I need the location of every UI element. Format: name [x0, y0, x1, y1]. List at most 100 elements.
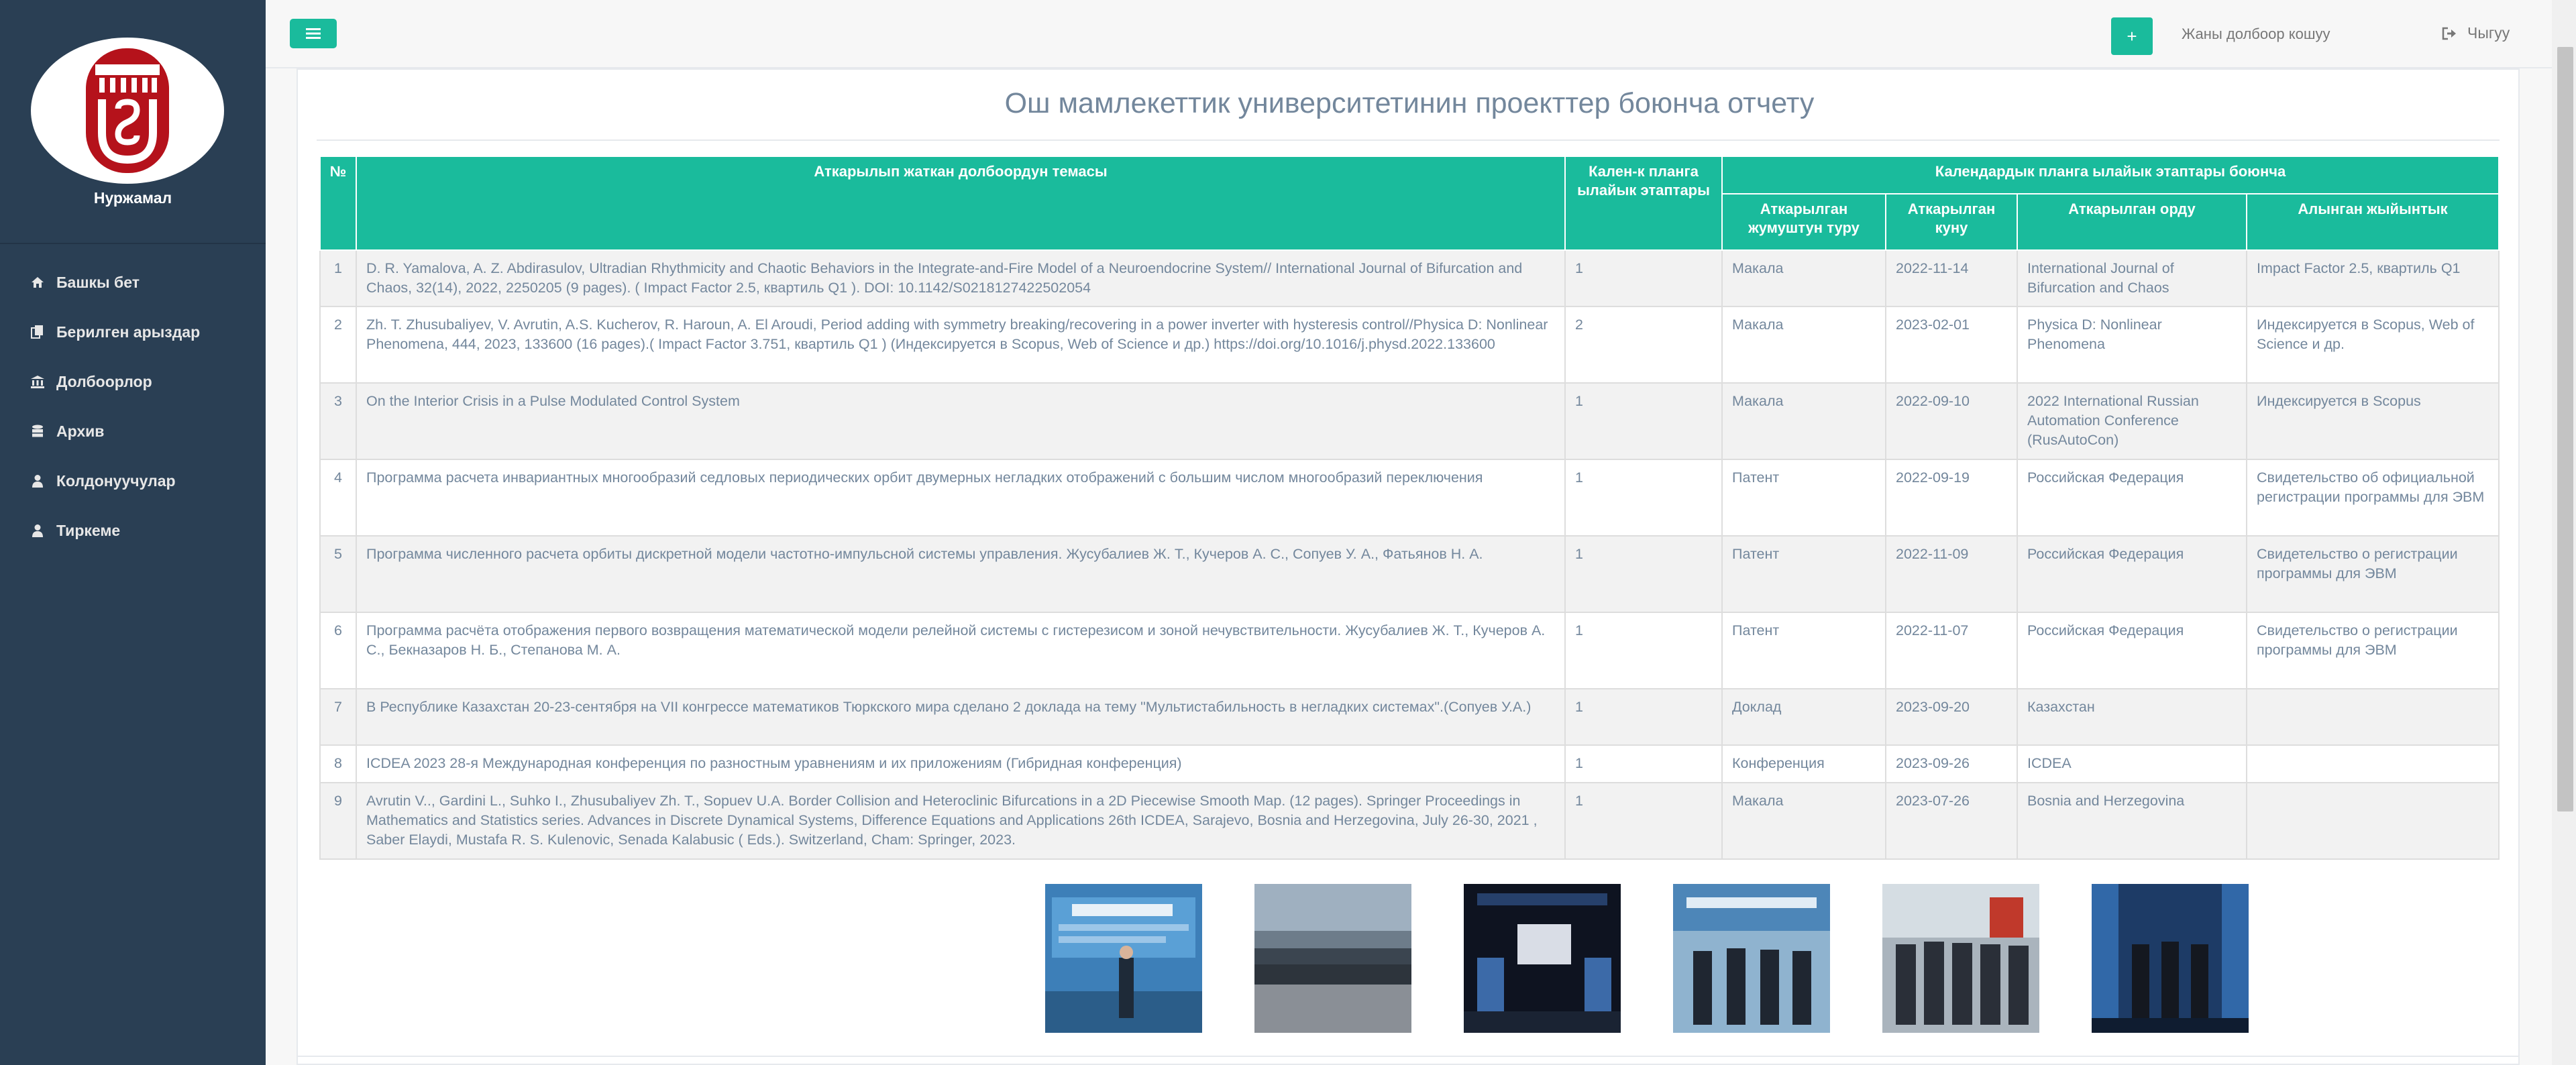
cell-result: Свидетельство об официальной регистрации… — [2245, 459, 2500, 537]
cell-place: Российская Федерация — [2017, 612, 2247, 689]
cell-result: Impact Factor 2.5, квартиль Q1 — [2245, 249, 2500, 307]
sidebar: Нуржамал Башкы бет Берилген арыздар Долб… — [0, 0, 266, 1065]
university-emblem-icon — [86, 48, 169, 173]
cell-num: 7 — [319, 688, 357, 746]
cell-date: 2022-09-10 — [1885, 382, 2018, 460]
cell-place: ICDEA — [2017, 744, 2247, 783]
table-row: 4 Программа расчета инвариантных многооб… — [319, 459, 2500, 537]
sidebar-item-label: Тиркеме — [56, 521, 121, 539]
profile-name: Нуржамал — [93, 189, 172, 207]
sidebar-item-projects[interactable]: Долбоорлор — [0, 357, 266, 406]
sidebar-item-users[interactable]: Колдонуучулар — [0, 456, 266, 506]
table-row: 1 D. R. Yamalova, A. Z. Abdirasulov, Ult… — [319, 249, 2500, 307]
sidebar-item-label: Башкы бет — [56, 273, 140, 291]
title-divider — [317, 139, 2500, 141]
cell-num: 9 — [319, 782, 357, 860]
header-stage: Кален-к планга ылайык этаптары — [1564, 156, 1723, 251]
sidebar-item-applications[interactable]: Берилген арыздар — [0, 307, 266, 357]
cell-num: 5 — [319, 535, 357, 613]
photo-gallery — [1045, 884, 2249, 1033]
cell-topic: Программа расчёта отображения первого во… — [356, 612, 1566, 689]
logout-label: Чыгуу — [2467, 24, 2510, 42]
cell-result: Свидетельство о регистрации программы дл… — [2245, 535, 2500, 613]
menu-toggle-button[interactable] — [290, 19, 337, 48]
cell-stage: 1 — [1564, 382, 1723, 460]
cell-work-type: Макала — [1721, 382, 1886, 460]
cell-work-type: Макала — [1721, 782, 1886, 860]
cell-place: 2022 International Russian Automation Co… — [2017, 382, 2247, 460]
conference-photo-1[interactable] — [1045, 884, 1202, 1033]
user-icon — [30, 522, 46, 539]
cell-topic: D. R. Yamalova, A. Z. Abdirasulov, Ultra… — [356, 249, 1566, 307]
cell-result: Индексируется в Scopus — [2245, 382, 2500, 460]
cell-topic: В Республике Казахстан 20-23-сентября на… — [356, 688, 1566, 746]
cell-result: Индексируется в Scopus, Web of Science и… — [2245, 306, 2500, 384]
sidebar-item-label: Берилген арыздар — [56, 323, 201, 341]
cell-topic: Программа численного расчета орбиты диск… — [356, 535, 1566, 613]
cell-date: 2023-09-26 — [1885, 744, 2018, 783]
conference-photo-2[interactable] — [1254, 884, 1411, 1033]
files-icon — [30, 324, 46, 340]
sidebar-item-home[interactable]: Башкы бет — [0, 258, 266, 307]
sidebar-item-label: Архив — [56, 422, 105, 440]
hamburger-icon — [306, 28, 321, 39]
cell-work-type: Патент — [1721, 459, 1886, 537]
cell-topic: On the Interior Crisis in a Pulse Modula… — [356, 382, 1566, 460]
conference-photo-5[interactable] — [1882, 884, 2039, 1033]
sidebar-menu: Башкы бет Берилген арыздар Долбоорлор Ар… — [0, 244, 266, 555]
cell-topic: ICDEA 2023 28-я Международная конференци… — [356, 744, 1566, 783]
cell-result — [2245, 782, 2500, 860]
cell-work-type: Патент — [1721, 612, 1886, 689]
cell-num: 1 — [319, 249, 357, 307]
main-content: Ош мамлекеттик университетинин проекттер… — [266, 68, 2552, 1065]
new-project-link[interactable]: Жаны долбоор кошуу — [2182, 25, 2330, 43]
cell-place: Bosnia and Herzegovina — [2017, 782, 2247, 860]
header-work-type: Аткарылган жумуштун туру — [1721, 193, 1886, 251]
projects-report-table: № Аткарылып жаткан долбоордун темасы Кал… — [319, 156, 2500, 860]
table-row: 3 On the Interior Crisis in a Pulse Modu… — [319, 382, 2500, 460]
cell-work-type: Макала — [1721, 249, 1886, 307]
table-row: 8 ICDEA 2023 28-я Международная конферен… — [319, 744, 2500, 783]
add-project-button[interactable]: + — [2111, 17, 2153, 55]
report-panel: Ош мамлекеттик университетинин проекттер… — [297, 68, 2520, 1065]
cell-stage: 1 — [1564, 612, 1723, 689]
cell-stage: 1 — [1564, 744, 1723, 783]
sidebar-item-archive[interactable]: Архив — [0, 406, 266, 456]
cell-place: Российская Федерация — [2017, 459, 2247, 537]
header-group: Календардык планга ылайык этаптары боюнч… — [1721, 156, 2500, 194]
conference-photo-6[interactable] — [2092, 884, 2249, 1033]
cell-place: Physica D: Nonlinear Phenomena — [2017, 306, 2247, 384]
conference-photo-3[interactable] — [1464, 884, 1621, 1033]
cell-topic: Avrutin V.., Gardini L., Suhko I., Zhusu… — [356, 782, 1566, 860]
page-title: Ош мамлекеттик университетинин проекттер… — [1004, 87, 1815, 119]
cell-num: 8 — [319, 744, 357, 783]
cell-work-type: Конференция — [1721, 744, 1886, 783]
header-result: Алынган жыйынтык — [2245, 193, 2500, 251]
cell-place: Казахстан — [2017, 688, 2247, 746]
cell-topic: Программа расчета инвариантных многообра… — [356, 459, 1566, 537]
header-place: Аткарылган орду — [2017, 193, 2247, 251]
cell-date: 2023-02-01 — [1885, 306, 2018, 384]
cell-topic: Zh. T. Zhusubaliyev, V. Avrutin, A.S. Ku… — [356, 306, 1566, 384]
cell-stage: 1 — [1564, 535, 1723, 613]
cell-work-type: Макала — [1721, 306, 1886, 384]
database-icon — [30, 423, 46, 439]
scrollbar-thumb[interactable] — [2557, 47, 2573, 811]
bank-icon — [30, 374, 46, 390]
logout-link[interactable]: Чыгуу — [2442, 24, 2510, 42]
table-row: 6 Программа расчёта отображения первого … — [319, 612, 2500, 689]
cell-num: 3 — [319, 382, 357, 460]
sidebar-item-appendix[interactable]: Тиркеме — [0, 506, 266, 555]
cell-date: 2022-09-19 — [1885, 459, 2018, 537]
home-icon — [30, 274, 46, 290]
cell-work-type: Доклад — [1721, 688, 1886, 746]
cell-num: 4 — [319, 459, 357, 537]
cell-date: 2022-11-09 — [1885, 535, 2018, 613]
university-logo[interactable] — [31, 38, 224, 184]
cell-place: International Journal of Bifurcation and… — [2017, 249, 2247, 307]
sidebar-item-label: Колдонуучулар — [56, 471, 176, 490]
conference-photo-4[interactable] — [1673, 884, 1830, 1033]
header-topic: Аткарылып жаткан долбоордун темасы — [356, 156, 1566, 251]
cell-work-type: Патент — [1721, 535, 1886, 613]
cell-date: 2022-11-07 — [1885, 612, 2018, 689]
